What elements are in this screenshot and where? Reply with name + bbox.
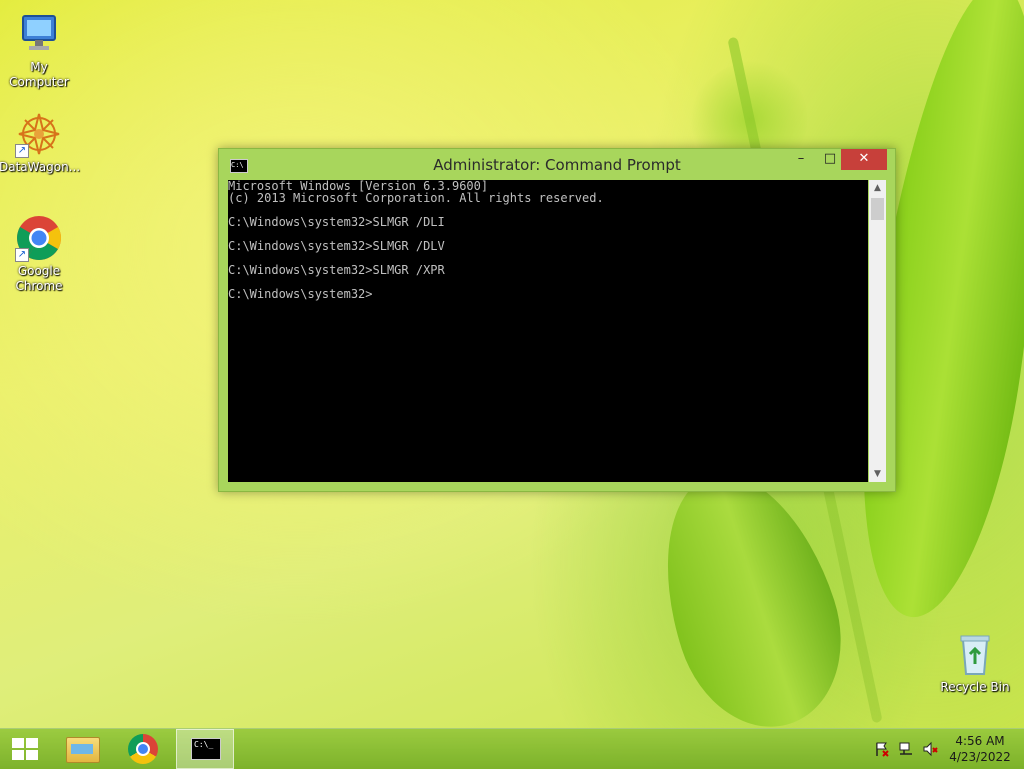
desktop-icon-google-chrome[interactable]: ↗ Google Chrome — [0, 214, 79, 294]
scrollbar-thumb[interactable] — [871, 198, 884, 220]
file-explorer-icon — [66, 737, 100, 763]
vertical-scrollbar[interactable]: ▲ ▼ — [869, 180, 886, 482]
shortcut-arrow-icon: ↗ — [15, 144, 29, 158]
console-line: C:\Windows\system32>SLMGR /XPR — [228, 263, 445, 277]
clock-date: 4/23/2022 — [949, 750, 1011, 764]
console-line: C:\Windows\system32>SLMGR /DLV — [228, 239, 445, 253]
desktop-icon-label: Google Chrome — [15, 264, 63, 293]
windows-start-icon — [12, 738, 38, 760]
command-prompt-icon: C:\_ — [191, 738, 221, 760]
datawagon-icon: ↗ — [15, 110, 63, 158]
desktop-icon-label: Recycle Bin — [940, 680, 1010, 694]
desktop-icon-my-computer[interactable]: My Computer — [0, 10, 79, 90]
chrome-icon — [128, 734, 158, 764]
console-line: C:\Windows\system32>SLMGR /DLI — [228, 215, 445, 229]
desktop-icon-label: DataWagon... — [0, 160, 81, 174]
close-button[interactable]: ✕ — [841, 149, 887, 170]
console-line: (c) 2013 Microsoft Corporation. All righ… — [228, 191, 604, 205]
taskbar-clock[interactable]: 4:56 AM 4/23/2022 — [946, 733, 1014, 765]
taskbar: C:\_ 4:56 AM 4/23/2022 — [0, 728, 1024, 769]
network-icon[interactable] — [898, 741, 914, 757]
console-output[interactable]: Microsoft Windows [Version 6.3.9600] (c)… — [228, 180, 868, 482]
window-titlebar[interactable]: C:\ Administrator: Command Prompt – □ ✕ — [219, 149, 895, 179]
taskbar-file-explorer[interactable] — [52, 729, 110, 769]
computer-icon — [15, 10, 63, 58]
taskbar-command-prompt[interactable]: C:\_ — [176, 729, 234, 769]
action-center-flag-icon[interactable] — [874, 741, 890, 757]
minimize-button[interactable]: – — [787, 149, 815, 170]
taskbar-chrome[interactable] — [114, 729, 172, 769]
volume-muted-icon[interactable] — [922, 741, 938, 757]
maximize-button[interactable]: □ — [816, 149, 844, 170]
desktop-icon-label: My Computer — [9, 60, 69, 89]
desktop-icon-datawagon[interactable]: ↗ DataWagon... — [0, 110, 81, 175]
scroll-up-arrow-icon[interactable]: ▲ — [869, 180, 886, 196]
desktop-icon-recycle-bin[interactable]: Recycle Bin — [935, 630, 1015, 695]
system-tray — [870, 729, 950, 769]
recycle-bin-icon — [951, 630, 999, 678]
start-button[interactable] — [0, 729, 50, 769]
chrome-icon: ↗ — [15, 214, 63, 262]
command-prompt-window[interactable]: C:\ Administrator: Command Prompt – □ ✕ … — [218, 148, 896, 492]
console-prompt-line: C:\Windows\system32> — [228, 287, 373, 301]
scroll-down-arrow-icon[interactable]: ▼ — [869, 466, 886, 482]
clock-time: 4:56 AM — [955, 734, 1005, 748]
shortcut-arrow-icon: ↗ — [15, 248, 29, 262]
